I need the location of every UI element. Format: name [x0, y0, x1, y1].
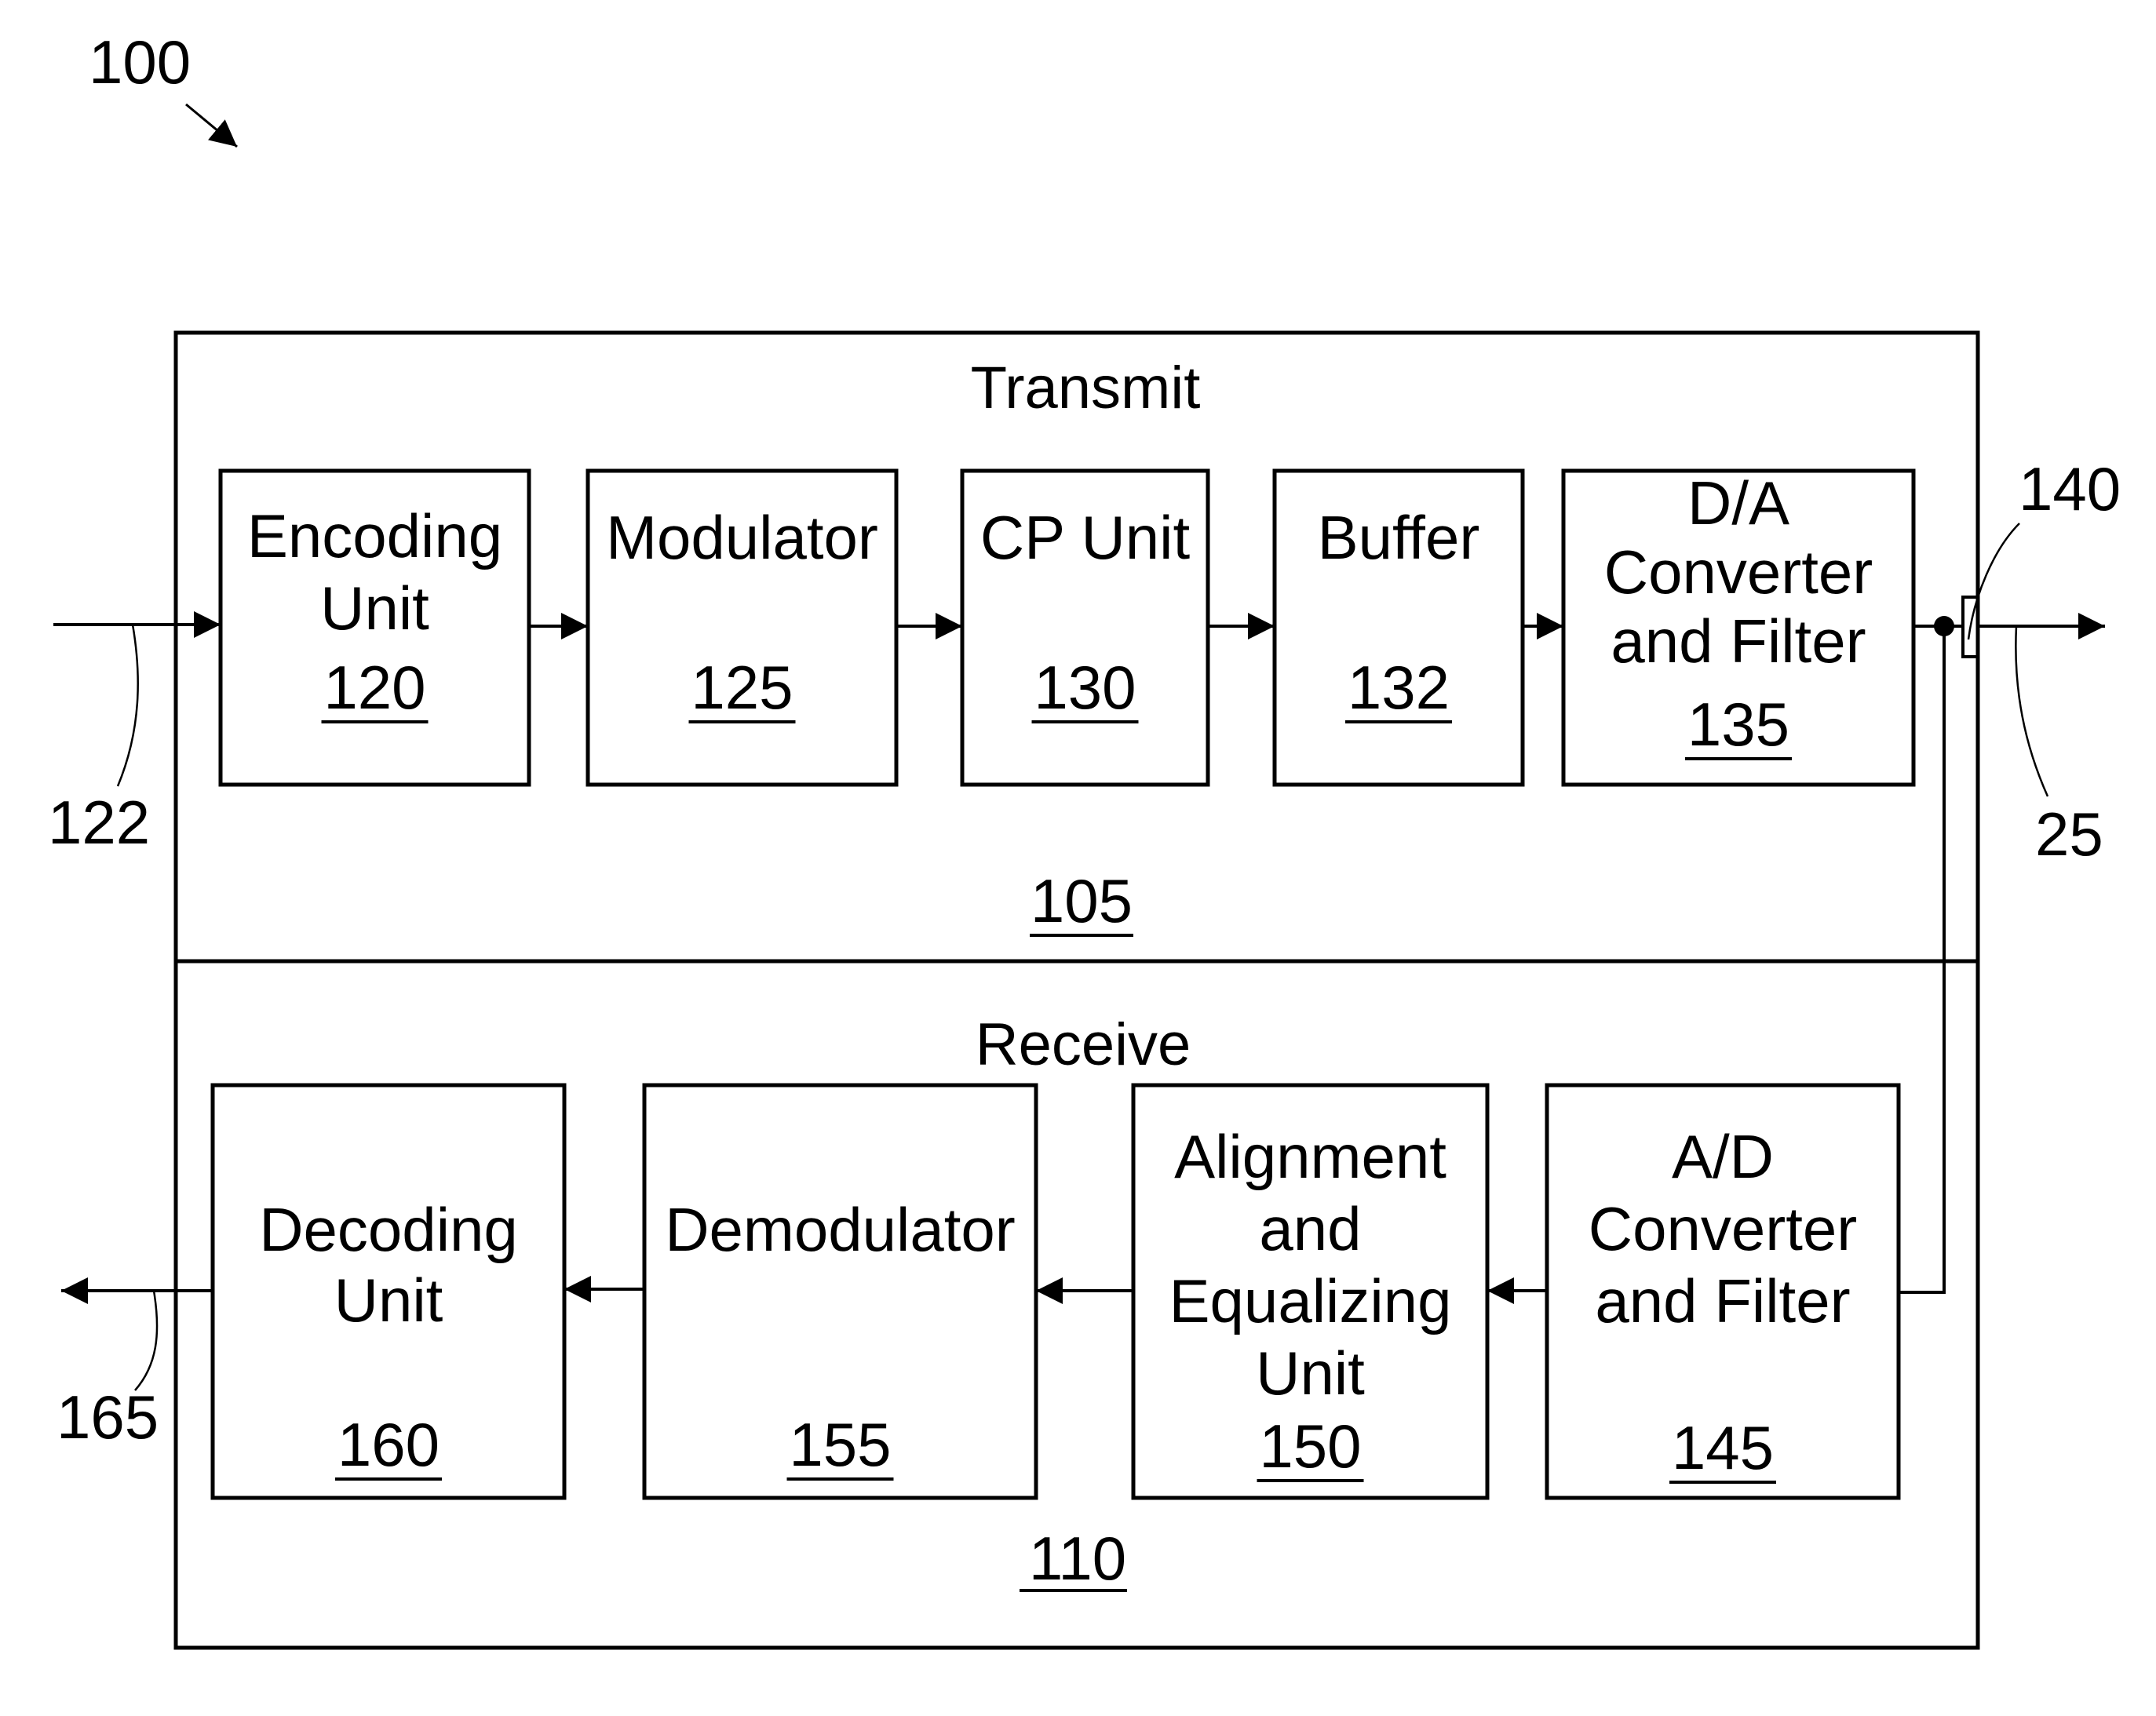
block-label-line: Unit — [1256, 1339, 1365, 1408]
block-label-line: and Filter — [1595, 1266, 1850, 1335]
block-reference-number: 130 — [1034, 653, 1136, 722]
block-label-line: Buffer — [1318, 503, 1480, 572]
block-da-converter-filter: D/AConverterand Filter 135 — [1561, 468, 1916, 787]
block-label-line: D/A — [1687, 468, 1789, 537]
input-signal-label: 122 — [48, 788, 150, 857]
block-reference-number: 160 — [337, 1410, 440, 1479]
block-reference-number: 120 — [323, 653, 425, 722]
block-label-line: CP Unit — [980, 503, 1191, 572]
block-label-line: Demodulator — [665, 1195, 1016, 1264]
block-label-line: Unit — [334, 1266, 443, 1335]
block-reference-number: 145 — [1672, 1413, 1774, 1482]
receive-reference: 110 — [1029, 1524, 1126, 1593]
block-encoding-unit: EncodingUnit 120 — [218, 468, 531, 787]
block-label-line: Converter — [1589, 1194, 1857, 1263]
block-label-line: Modulator — [606, 503, 878, 572]
connector-label: 140 — [2019, 454, 2121, 523]
block-label-line: Alignment — [1174, 1122, 1446, 1191]
block-label-line: and Filter — [1611, 607, 1866, 676]
block-cp-unit: CP Unit 130 — [960, 468, 1210, 787]
output-signal-label: 165 — [57, 1383, 159, 1452]
block-label-line: A/D — [1672, 1122, 1774, 1191]
block-buffer: Buffer 132 — [1272, 468, 1525, 787]
figure-reference-label: 100 — [89, 27, 191, 97]
block-modulator: Modulator 125 — [586, 468, 899, 787]
block-label-line: Unit — [320, 574, 429, 643]
block-demodulator: Demodulator 155 — [642, 1083, 1038, 1500]
receive-title: Receive — [976, 1011, 1191, 1078]
block-label-line: Converter — [1604, 537, 1873, 607]
output-leader-line — [134, 1290, 159, 1391]
block-reference-number: 135 — [1687, 690, 1789, 759]
block-reference-number: 150 — [1259, 1412, 1361, 1481]
input-leader-line — [116, 624, 139, 787]
block-label-line: Equalizing — [1169, 1266, 1452, 1335]
figure-reference-arrow — [185, 103, 238, 148]
channel-leader-line — [2015, 625, 2049, 797]
transmit-title: Transmit — [971, 355, 1201, 421]
block-reference-number: 132 — [1348, 653, 1450, 722]
block-reference-number: 125 — [691, 653, 793, 722]
block-diagram: 100 Transmit 105 EncodingUnit120Modulato… — [48, 27, 2121, 1650]
transmit-reference: 105 — [1031, 866, 1133, 935]
block-reference-number: 155 — [789, 1410, 891, 1479]
block-alignment-equalizing-unit: AlignmentandEqualizingUnit150 — [1131, 1083, 1490, 1500]
block-decoding-unit: DecodingUnit 160 — [210, 1083, 567, 1500]
block-label-line: Decoding — [259, 1195, 518, 1264]
receive-section: Receive 110 DecodingUnit160Demodulator15… — [210, 1011, 1901, 1593]
channel-label: 25 — [2035, 800, 2103, 869]
transmit-section: Transmit 105 EncodingUnit 120 Modulator 125… — [218, 355, 1916, 937]
block-ad-converter-filter: A/DConverterand Filter 145 — [1545, 1083, 1901, 1500]
block-label-line: and — [1259, 1194, 1361, 1263]
block-label-line: Encoding — [247, 501, 502, 570]
